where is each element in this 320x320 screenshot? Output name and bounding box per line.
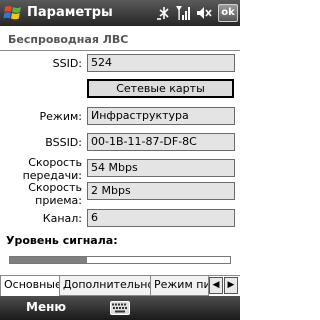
connectivity-icon[interactable] (155, 4, 173, 22)
rx-speed-label-line1: Скорость (28, 181, 82, 194)
chevron-left-icon: ◀ (212, 280, 220, 290)
tab-scroll-left[interactable]: ◀ (209, 277, 223, 294)
mode-label: Режим: (39, 110, 82, 123)
mode-field[interactable]: Инфраструктура (87, 107, 235, 125)
rx-speed-field[interactable]: 2 Mbps (87, 182, 235, 200)
windows-start-icon[interactable] (3, 3, 23, 23)
signal-strength-fill (10, 257, 87, 263)
rx-speed-label-line2: приема: (35, 194, 82, 207)
tab-power-mode[interactable]: Режим пит (151, 276, 209, 296)
ssid-field[interactable]: 524 (87, 54, 235, 72)
tx-speed-label: Скорость передачи: (6, 156, 82, 182)
volume-mute-icon[interactable] (195, 4, 213, 22)
tab-scroll-right[interactable]: ▶ (224, 277, 238, 294)
channel-label: Канал: (42, 212, 82, 225)
ok-button[interactable]: ok (218, 4, 238, 22)
section-divider (0, 50, 240, 51)
rx-speed-label: Скорость приема: (6, 181, 82, 207)
bottom-softkey-bar: Меню (0, 296, 240, 320)
bssid-label: BSSID: (45, 136, 82, 149)
tab-general[interactable]: Основные (0, 276, 60, 296)
signal-strength-icon[interactable] (175, 4, 191, 22)
title-bar: Параметры ok (0, 0, 240, 26)
signal-label: Уровень сигнала: (6, 234, 118, 247)
tab-advanced[interactable]: Дополнительно (60, 276, 151, 296)
channel-field[interactable]: 6 (87, 209, 235, 227)
menu-softkey[interactable]: Меню (26, 300, 66, 314)
chevron-right-icon: ▶ (227, 280, 235, 290)
tx-speed-field[interactable]: 54 Mbps (87, 159, 235, 177)
signal-strength-bar (9, 256, 231, 264)
tab-bar: Основные Дополнительно Режим пит ◀ ▶ (0, 275, 240, 296)
window-title: Параметры (27, 5, 113, 20)
bssid-field[interactable]: 00-1B-11-87-DF-8C (87, 133, 235, 151)
ssid-label: SSID: (52, 57, 82, 70)
section-title: Беспроводная ЛВС (8, 33, 129, 46)
keyboard-icon[interactable] (110, 301, 130, 315)
network-cards-button[interactable]: Сетевые карты (87, 79, 234, 98)
tx-speed-label-line1: Скорость (28, 156, 82, 169)
